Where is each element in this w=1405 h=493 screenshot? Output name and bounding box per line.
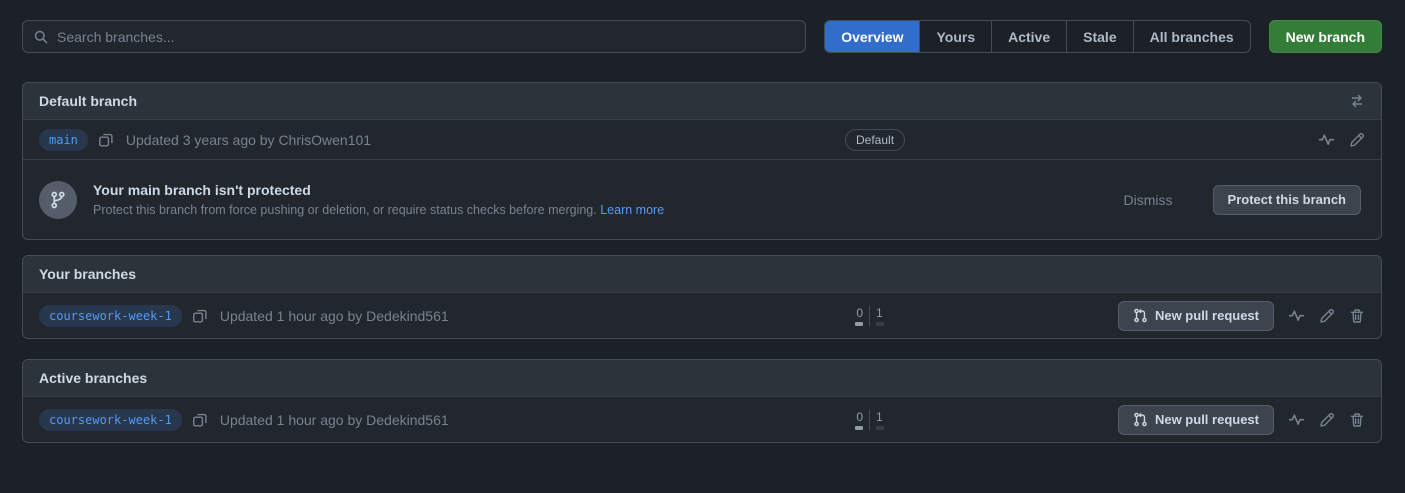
copy-branch-name-icon[interactable]	[98, 132, 114, 148]
behind-bar	[855, 322, 863, 326]
new-branch-button[interactable]: New branch	[1269, 20, 1382, 53]
edit-branch-icon[interactable]	[1349, 132, 1365, 148]
behind-count: 0	[856, 306, 863, 320]
tab-yours[interactable]: Yours	[919, 21, 991, 52]
ahead-bar	[876, 426, 884, 430]
ahead-count: 1	[876, 410, 883, 424]
default-branch-card: Default branch main Updated 3 years ago …	[22, 82, 1382, 240]
compare-branches-icon[interactable]	[1349, 93, 1365, 109]
active-branches-header: Active branches	[23, 360, 1381, 396]
ahead-count: 1	[876, 306, 883, 320]
default-branch-header: Default branch	[23, 83, 1381, 119]
edit-branch-icon[interactable]	[1319, 412, 1335, 428]
section-title: Default branch	[39, 93, 1349, 109]
notice-text: Your main branch isn't protected Protect…	[93, 182, 1108, 217]
ahead-behind-counter: 0 1	[855, 306, 884, 326]
notice-title: Your main branch isn't protected	[93, 182, 1108, 198]
branches-toolbar: Overview Yours Active Stale All branches…	[22, 20, 1382, 53]
search-branches-input[interactable]	[57, 29, 795, 45]
ahead-behind-counter: 0 1	[855, 410, 884, 430]
tab-all-branches[interactable]: All branches	[1133, 21, 1250, 52]
branch-row: coursework-week-1 Updated 1 hour ago by …	[23, 396, 1381, 442]
default-branch-row: main Updated 3 years ago by ChrisOwen101…	[23, 119, 1381, 159]
section-title: Your branches	[39, 266, 1365, 282]
pull-request-icon	[1133, 308, 1148, 323]
behind-count: 0	[856, 410, 863, 424]
branch-name-link[interactable]: main	[39, 129, 88, 151]
tab-stale[interactable]: Stale	[1066, 21, 1132, 52]
default-badge: Default	[845, 129, 905, 151]
copy-branch-name-icon[interactable]	[192, 412, 208, 428]
search-branches-box[interactable]	[22, 20, 806, 53]
learn-more-link[interactable]: Learn more	[600, 203, 664, 217]
branch-name-link[interactable]: coursework-week-1	[39, 305, 182, 327]
active-branches-card: Active branches coursework-week-1 Update…	[22, 359, 1382, 443]
pull-request-icon	[1133, 412, 1148, 427]
copy-branch-name-icon[interactable]	[192, 308, 208, 324]
edit-branch-icon[interactable]	[1319, 308, 1335, 324]
branch-updated-text: Updated 3 years ago by ChrisOwen101	[126, 132, 371, 148]
protect-branch-button[interactable]: Protect this branch	[1213, 185, 1361, 215]
new-pull-request-button[interactable]: New pull request	[1118, 301, 1274, 331]
activity-icon[interactable]	[1288, 307, 1305, 324]
branch-updated-text: Updated 1 hour ago by Dedekind561	[220, 412, 449, 428]
search-icon	[33, 29, 49, 45]
branch-filter-tabs: Overview Yours Active Stale All branches	[824, 20, 1250, 53]
new-pull-request-button[interactable]: New pull request	[1118, 405, 1274, 435]
branch-row: coursework-week-1 Updated 1 hour ago by …	[23, 292, 1381, 338]
dismiss-button[interactable]: Dismiss	[1124, 192, 1173, 208]
notice-description: Protect this branch from force pushing o…	[93, 203, 1108, 217]
your-branches-card: Your branches coursework-week-1 Updated …	[22, 255, 1382, 339]
your-branches-header: Your branches	[23, 256, 1381, 292]
tab-overview[interactable]: Overview	[825, 21, 919, 52]
ahead-bar	[876, 322, 884, 326]
behind-bar	[855, 426, 863, 430]
activity-icon[interactable]	[1318, 131, 1335, 148]
delete-branch-icon[interactable]	[1349, 308, 1365, 324]
activity-icon[interactable]	[1288, 411, 1305, 428]
branch-protection-notice: Your main branch isn't protected Protect…	[23, 159, 1381, 239]
tab-active[interactable]: Active	[991, 21, 1066, 52]
branch-updated-text: Updated 1 hour ago by Dedekind561	[220, 308, 449, 324]
delete-branch-icon[interactable]	[1349, 412, 1365, 428]
git-branch-icon	[39, 181, 77, 219]
branch-name-link[interactable]: coursework-week-1	[39, 409, 182, 431]
section-title: Active branches	[39, 370, 1365, 386]
